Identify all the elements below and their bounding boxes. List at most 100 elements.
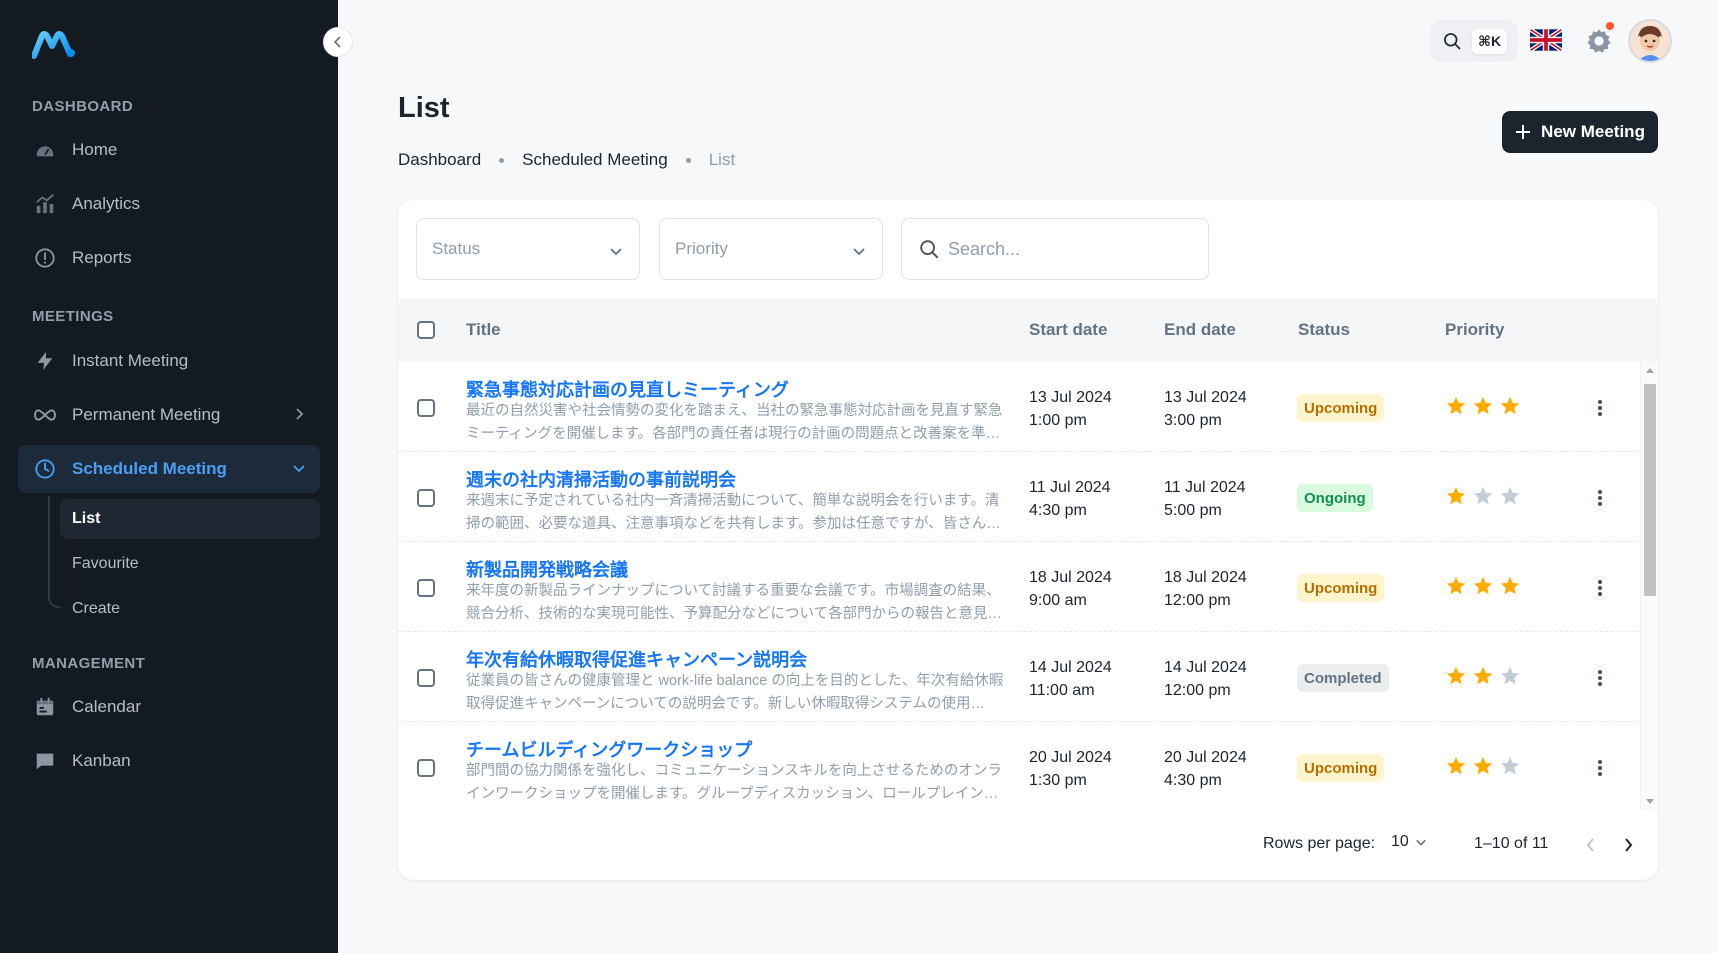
sidebar-subitem-create[interactable]: Create (60, 589, 320, 629)
scroll-down-arrow-icon[interactable] (1646, 799, 1654, 804)
end-date: 11 Jul 2024 (1164, 479, 1246, 496)
settings-gear-icon[interactable] (1585, 27, 1613, 55)
start-time: 9:00 am (1029, 592, 1087, 609)
search-input[interactable] (948, 238, 1188, 260)
status-filter-placeholder: Status (432, 239, 481, 258)
lightning-icon (32, 348, 58, 374)
end-time: 4:30 pm (1164, 772, 1222, 789)
row-checkbox[interactable] (417, 489, 435, 507)
scrollbar-thumb[interactable] (1644, 384, 1656, 596)
brand-logo[interactable] (31, 30, 76, 60)
rows-per-page-label: Rows per page: (1263, 835, 1376, 852)
meeting-title-link[interactable]: 年次有給休暇取得促進キャンペーン説明会 (466, 646, 807, 672)
row-checkbox[interactable] (417, 669, 435, 687)
next-page-button[interactable] (1613, 830, 1643, 860)
sidebar-item-permanent-meeting[interactable]: Permanent Meeting (18, 391, 320, 439)
table-search-field[interactable] (901, 218, 1209, 280)
plus-icon (1516, 125, 1531, 139)
status-badge: Completed (1297, 664, 1389, 692)
more-actions-icon[interactable] (1588, 396, 1612, 420)
collapse-sidebar-button[interactable] (323, 27, 353, 57)
previous-page-button[interactable] (1576, 830, 1606, 860)
breadcrumb-scheduled-meeting[interactable]: Scheduled Meeting (522, 150, 668, 170)
search-icon (920, 240, 939, 259)
star-empty-icon (1500, 756, 1520, 775)
kanban-icon (32, 748, 58, 774)
start-date: 20 Jul 2024 (1029, 749, 1112, 766)
table-scrollbar[interactable] (1640, 362, 1658, 810)
sidebar-item-label: Reports (72, 248, 132, 267)
more-actions-icon[interactable] (1588, 486, 1612, 510)
priority-rating (1445, 395, 1521, 417)
sidebar-item-scheduled-meeting[interactable]: Scheduled Meeting (18, 445, 320, 493)
calendar-icon (32, 694, 58, 720)
end-date-cell: 13 Jul 2024 3:00 pm (1164, 386, 1247, 432)
star-filled-icon (1446, 486, 1466, 505)
table-row[interactable]: 年次有給休暇取得促進キャンペーン説明会 従業員の皆さんの健康管理と work-l… (398, 632, 1638, 722)
row-checkbox[interactable] (417, 399, 435, 417)
more-actions-icon[interactable] (1588, 666, 1612, 690)
star-filled-icon (1500, 396, 1520, 415)
end-date: 18 Jul 2024 (1164, 569, 1247, 586)
sidebar-item-kanban[interactable]: Kanban (18, 737, 320, 785)
table-row[interactable]: 緊急事態対応計画の見直しミーティング 最近の自然災害や社会情勢の変化を踏まえ、当… (398, 362, 1638, 452)
end-date: 20 Jul 2024 (1164, 749, 1247, 766)
star-filled-icon (1473, 576, 1493, 595)
new-meeting-button[interactable]: New Meeting (1502, 111, 1658, 153)
row-checkbox[interactable] (417, 579, 435, 597)
rows-per-page-select[interactable]: 10 (1391, 833, 1427, 851)
table-row[interactable]: 新製品開発戦略会議 来年度の新製品ラインナップについて討議する重要な会議です。市… (398, 542, 1638, 632)
sidebar-subitem-list[interactable]: List (60, 499, 320, 539)
more-actions-icon[interactable] (1588, 756, 1612, 780)
breadcrumb-separator (499, 157, 505, 163)
sidebar-item-analytics[interactable]: Analytics (18, 180, 320, 228)
column-start-date[interactable]: Start date (1029, 320, 1107, 340)
uk-flag-icon[interactable] (1530, 28, 1562, 52)
user-avatar[interactable] (1628, 19, 1672, 63)
scroll-up-arrow-icon[interactable] (1646, 368, 1654, 373)
table-header: Title Start date End date Status Priorit… (398, 298, 1658, 362)
meeting-description: 部門間の協力関係を強化し、コミュニケーションスキルを向上させるためのオンラインワ… (466, 763, 1002, 802)
column-end-date[interactable]: End date (1164, 320, 1236, 340)
meeting-title-link[interactable]: 週末の社内清掃活動の事前説明会 (466, 466, 736, 492)
status-filter-select[interactable]: Status (416, 218, 640, 280)
select-all-checkbox[interactable] (417, 321, 435, 339)
row-checkbox[interactable] (417, 759, 435, 777)
sidebar-item-home[interactable]: Home (18, 126, 320, 174)
sidebar-item-reports[interactable]: Reports (18, 234, 320, 282)
more-actions-icon[interactable] (1588, 576, 1612, 600)
column-title[interactable]: Title (466, 320, 501, 340)
column-priority[interactable]: Priority (1445, 320, 1505, 340)
end-date: 13 Jul 2024 (1164, 389, 1247, 406)
start-date-cell: 14 Jul 2024 11:00 am (1029, 656, 1112, 702)
start-time: 1:00 pm (1029, 412, 1087, 429)
meeting-list-card: Status Priority Title Start date End dat… (398, 200, 1658, 880)
priority-filter-select[interactable]: Priority (659, 218, 883, 280)
star-filled-icon (1446, 666, 1466, 685)
global-search-button[interactable]: ⌘K (1430, 20, 1518, 62)
star-filled-icon (1473, 756, 1493, 775)
meeting-title-link[interactable]: チームビルディングワークショップ (466, 736, 752, 762)
priority-rating (1445, 485, 1521, 507)
end-time: 12:00 pm (1164, 682, 1231, 699)
table-row[interactable]: チームビルディングワークショップ 部門間の協力関係を強化し、コミュニケーションス… (398, 722, 1638, 810)
table-pagination: Rows per page: 10 1–10 of 11 (398, 810, 1658, 880)
column-status[interactable]: Status (1298, 320, 1350, 340)
sidebar-item-label: Calendar (72, 697, 141, 716)
sidebar-item-instant-meeting[interactable]: Instant Meeting (18, 337, 320, 385)
meeting-title-link[interactable]: 緊急事態対応計画の見直しミーティング (466, 376, 789, 402)
sidebar-item-calendar[interactable]: Calendar (18, 683, 320, 731)
start-date: 11 Jul 2024 (1029, 479, 1111, 496)
sidebar-item-label: Permanent Meeting (72, 405, 221, 424)
meeting-title-link[interactable]: 新製品開発戦略会議 (466, 556, 628, 582)
section-management: MANAGEMENT (32, 655, 146, 672)
alert-circle-icon (32, 245, 58, 271)
start-date: 18 Jul 2024 (1029, 569, 1112, 586)
end-date-cell: 11 Jul 2024 5:00 pm (1164, 476, 1246, 522)
table-row[interactable]: 週末の社内清掃活動の事前説明会 来週末に予定されている社内一斉清掃活動について、… (398, 452, 1638, 542)
breadcrumb-dashboard[interactable]: Dashboard (398, 150, 481, 170)
chevron-down-icon (292, 460, 306, 480)
sidebar-subitem-favourite[interactable]: Favourite (60, 544, 320, 584)
end-date-cell: 20 Jul 2024 4:30 pm (1164, 746, 1247, 792)
meeting-description: 来週末に予定されている社内一斉清掃活動について、簡単な説明会を行います。清掃の範… (466, 493, 1001, 532)
